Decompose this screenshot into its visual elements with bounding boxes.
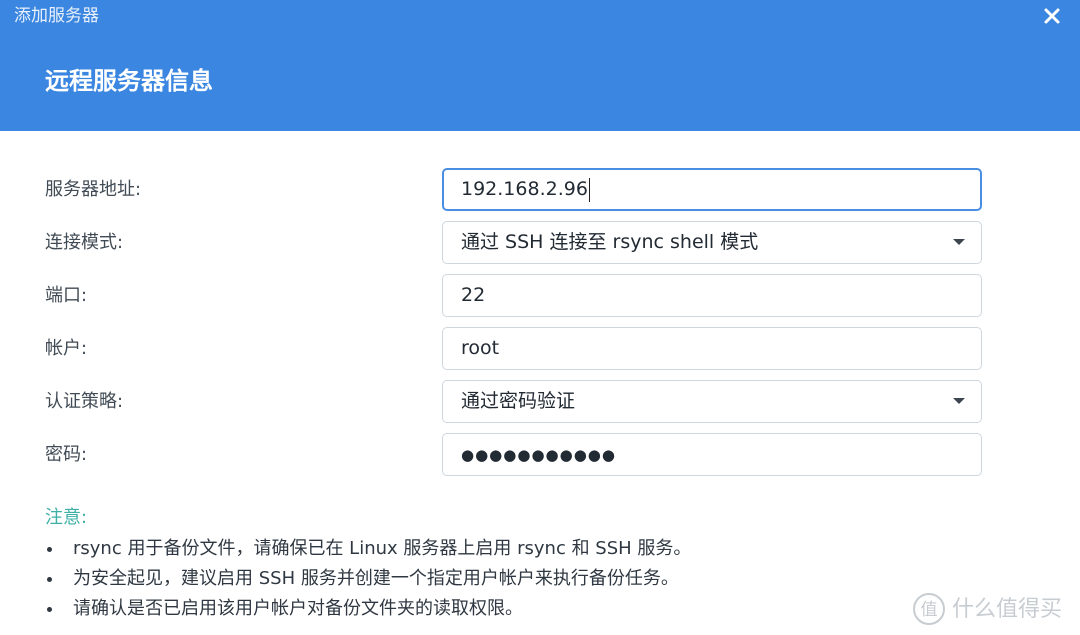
svg-text:值: 值: [921, 600, 938, 620]
port-input[interactable]: 22: [442, 274, 982, 317]
auth-policy-label: 认证策略:: [45, 391, 124, 412]
smzdm-logo-icon: 值: [913, 593, 945, 625]
note-item: 为安全起见，建议启用 SSH 服务并创建一个指定用户帐户来执行备份任务。: [45, 564, 691, 594]
auth-policy-value: 通过密码验证: [461, 390, 576, 412]
section-title: 远程服务器信息: [45, 67, 213, 95]
port-label: 端口:: [45, 285, 88, 306]
connection-mode-row: 连接模式: 通过 SSH 连接至 rsync shell 模式: [0, 221, 1080, 265]
password-label: 密码:: [45, 444, 88, 465]
watermark-text: 什么值得买: [952, 597, 1063, 622]
account-input[interactable]: root: [442, 327, 982, 370]
auth-policy-row: 认证策略: 通过密码验证: [0, 380, 1080, 424]
account-label: 帐户:: [45, 338, 88, 359]
server-address-label: 服务器地址:: [45, 179, 142, 200]
server-address-row: 服务器地址: 192.168.2.96: [0, 168, 1080, 212]
watermark: 值 什么值得买: [912, 592, 1072, 628]
server-address-value: 192.168.2.96: [461, 178, 588, 200]
server-address-input[interactable]: 192.168.2.96: [442, 168, 982, 211]
note-item: rsync 用于备份文件，请确保已在 Linux 服务器上启用 rsync 和 …: [45, 534, 691, 564]
account-value: root: [461, 337, 500, 359]
auth-policy-select[interactable]: 通过密码验证: [442, 380, 982, 423]
dialog-header: 添加服务器 远程服务器信息: [0, 0, 1080, 131]
connection-mode-select[interactable]: 通过 SSH 连接至 rsync shell 模式: [442, 221, 982, 264]
dropdown-arrow-icon: [953, 398, 965, 404]
port-value: 22: [461, 284, 486, 306]
note-title: 注意:: [45, 507, 88, 528]
port-row: 端口: 22: [0, 274, 1080, 318]
close-icon: [1044, 8, 1060, 24]
notes-list: rsync 用于备份文件，请确保已在 Linux 服务器上启用 rsync 和 …: [45, 534, 691, 624]
connection-mode-label: 连接模式:: [45, 232, 124, 253]
password-value: ●●●●●●●●●●●: [461, 446, 616, 464]
password-row: 密码: ●●●●●●●●●●●: [0, 433, 1080, 477]
account-row: 帐户: root: [0, 327, 1080, 371]
password-input[interactable]: ●●●●●●●●●●●: [442, 433, 982, 476]
note-item: 请确认是否已启用该用户帐户对备份文件夹的读取权限。: [45, 594, 691, 624]
dropdown-arrow-icon: [953, 239, 965, 245]
close-button[interactable]: [1038, 2, 1066, 30]
connection-mode-value: 通过 SSH 连接至 rsync shell 模式: [461, 231, 759, 253]
window-title: 添加服务器: [14, 6, 99, 26]
text-caret: [588, 177, 590, 202]
